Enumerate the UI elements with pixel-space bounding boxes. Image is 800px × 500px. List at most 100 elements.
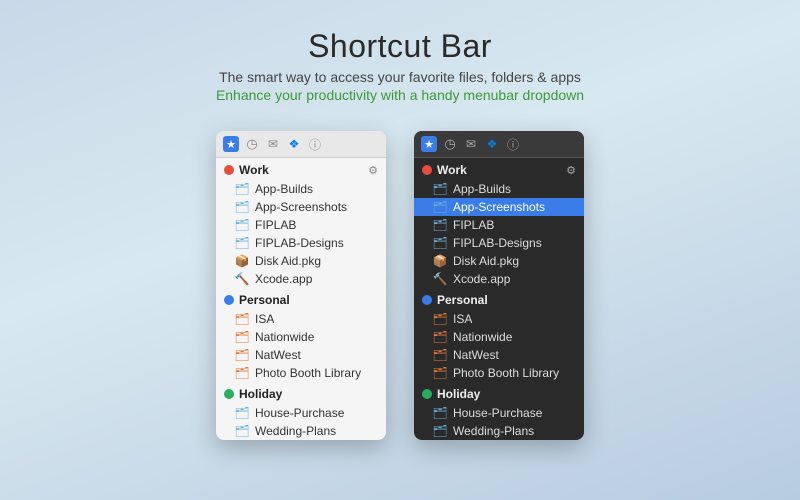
item-label: NatWest	[255, 348, 301, 362]
holiday-dot	[224, 389, 234, 399]
list-item[interactable]: 🔨 Xcode.app	[414, 270, 584, 288]
folder-icon: 🗂	[432, 348, 448, 362]
list-item[interactable]: 🗂 App-Builds	[414, 180, 584, 198]
holiday-dot	[422, 389, 432, 399]
folder-icon: 🗂	[432, 312, 448, 326]
item-label: App-Screenshots	[255, 200, 347, 214]
list-item[interactable]: 🗂 FIPLAB-Designs	[216, 234, 386, 252]
light-toolbar: ★ ◷ ✉ ❖ ⓘ	[216, 131, 386, 158]
subtitle: The smart way to access your favorite fi…	[216, 69, 584, 85]
personal-group-label: Personal	[239, 293, 378, 307]
panels-container: ★ ◷ ✉ ❖ ⓘ Work ⚙ 🗂 App-Builds 🗂 App-Scre…	[216, 131, 584, 440]
dropbox-icon[interactable]: ❖	[286, 136, 302, 152]
item-label: Nationwide	[453, 330, 512, 344]
folder-icon: 🗂	[432, 236, 448, 250]
holiday-group-label: Holiday	[239, 387, 378, 401]
list-item[interactable]: 🗂 Nationwide	[414, 328, 584, 346]
pkg-icon: 📦	[432, 254, 448, 268]
clock-icon[interactable]: ◷	[244, 136, 260, 152]
list-item[interactable]: 🗂 App-Screenshots	[216, 198, 386, 216]
work-dot	[224, 165, 234, 175]
dark-personal-group-header: Personal	[414, 288, 584, 310]
folder-icon: 🗂	[432, 182, 448, 196]
item-label: App-Screenshots	[453, 200, 545, 214]
personal-dot	[224, 295, 234, 305]
item-label: FIPLAB	[453, 218, 494, 232]
list-item[interactable]: 🗂 NatWest	[216, 346, 386, 364]
item-label: NatWest	[453, 348, 499, 362]
item-label: App-Builds	[255, 182, 313, 196]
star-icon[interactable]: ★	[223, 136, 239, 152]
item-label: ISA	[255, 312, 274, 326]
item-label: Disk Aid.pkg	[255, 254, 321, 268]
list-item[interactable]: 🗂 NatWest	[414, 346, 584, 364]
item-label: Xcode.app	[453, 272, 510, 286]
list-item[interactable]: 🗂 House-Purchase	[414, 404, 584, 422]
dropbox-icon[interactable]: ❖	[484, 136, 500, 152]
info-icon[interactable]: ⓘ	[307, 136, 323, 152]
item-label: App-Builds	[453, 182, 511, 196]
dark-toolbar: ★ ◷ ✉ ❖ ⓘ	[414, 131, 584, 158]
light-panel: ★ ◷ ✉ ❖ ⓘ Work ⚙ 🗂 App-Builds 🗂 App-Scre…	[216, 131, 386, 440]
page-title: Shortcut Bar	[216, 28, 584, 65]
app-icon: 🔨	[432, 272, 448, 286]
list-item[interactable]: 🗂 House-Purchase	[216, 404, 386, 422]
list-item-selected[interactable]: 🗂 App-Screenshots	[414, 198, 584, 216]
list-item[interactable]: 🗂 Photo Booth Library	[414, 364, 584, 382]
app-icon: 🔨	[234, 272, 250, 286]
item-label: Nationwide	[255, 330, 314, 344]
list-item[interactable]: 🔨 Xcode.app	[216, 270, 386, 288]
work-group-label: Work	[437, 163, 561, 177]
page-header: Shortcut Bar The smart way to access you…	[216, 28, 584, 103]
pkg-icon: 📦	[234, 254, 250, 268]
list-item[interactable]: 🗂 ISA	[216, 310, 386, 328]
item-label: Disk Aid.pkg	[453, 254, 519, 268]
item-label: Photo Booth Library	[255, 366, 361, 380]
list-item[interactable]: 🗂 ISA	[414, 310, 584, 328]
folder-icon: 🗂	[432, 218, 448, 232]
list-item[interactable]: 🗂 Wedding-Plans	[414, 422, 584, 440]
star-icon[interactable]: ★	[421, 136, 437, 152]
work-gear-icon[interactable]: ⚙	[566, 164, 576, 177]
item-label: Photo Booth Library	[453, 366, 559, 380]
mail-icon[interactable]: ✉	[463, 136, 479, 152]
list-item[interactable]: 🗂 App-Builds	[216, 180, 386, 198]
list-item[interactable]: 🗂 Wedding-Plans	[216, 422, 386, 440]
list-item[interactable]: 🗂 FIPLAB	[414, 216, 584, 234]
item-label: House-Purchase	[255, 406, 344, 420]
folder-icon: 🗂	[234, 182, 250, 196]
clock-icon[interactable]: ◷	[442, 136, 458, 152]
personal-group-label: Personal	[437, 293, 576, 307]
holiday-group-label: Holiday	[437, 387, 576, 401]
list-item[interactable]: 🗂 FIPLAB	[216, 216, 386, 234]
item-label: FIPLAB	[255, 218, 296, 232]
item-label: Wedding-Plans	[255, 424, 336, 438]
light-work-group-header: Work ⚙	[216, 158, 386, 180]
work-dot	[422, 165, 432, 175]
work-gear-icon[interactable]: ⚙	[368, 164, 378, 177]
dark-holiday-group-header: Holiday	[414, 382, 584, 404]
folder-icon: 🗂	[432, 200, 448, 214]
mail-icon[interactable]: ✉	[265, 136, 281, 152]
folder-icon: 🗂	[234, 218, 250, 232]
list-item[interactable]: 📦 Disk Aid.pkg	[216, 252, 386, 270]
folder-icon: 🗂	[234, 348, 250, 362]
list-item[interactable]: 📦 Disk Aid.pkg	[414, 252, 584, 270]
folder-icon: 🗂	[432, 366, 448, 380]
item-label: ISA	[453, 312, 472, 326]
work-group-label: Work	[239, 163, 363, 177]
tagline: Enhance your productivity with a handy m…	[216, 87, 584, 103]
folder-icon: 🗂	[234, 366, 250, 380]
light-personal-group-header: Personal	[216, 288, 386, 310]
personal-dot	[422, 295, 432, 305]
list-item[interactable]: 🗂 Nationwide	[216, 328, 386, 346]
folder-icon: 🗂	[234, 312, 250, 326]
light-holiday-group-header: Holiday	[216, 382, 386, 404]
dark-panel: ★ ◷ ✉ ❖ ⓘ Work ⚙ 🗂 App-Builds 🗂 App-Scre…	[414, 131, 584, 440]
folder-icon: 🗂	[234, 200, 250, 214]
folder-icon: 🗂	[432, 330, 448, 344]
info-icon[interactable]: ⓘ	[505, 136, 521, 152]
list-item[interactable]: 🗂 FIPLAB-Designs	[414, 234, 584, 252]
folder-icon: 🗂	[432, 424, 448, 438]
list-item[interactable]: 🗂 Photo Booth Library	[216, 364, 386, 382]
